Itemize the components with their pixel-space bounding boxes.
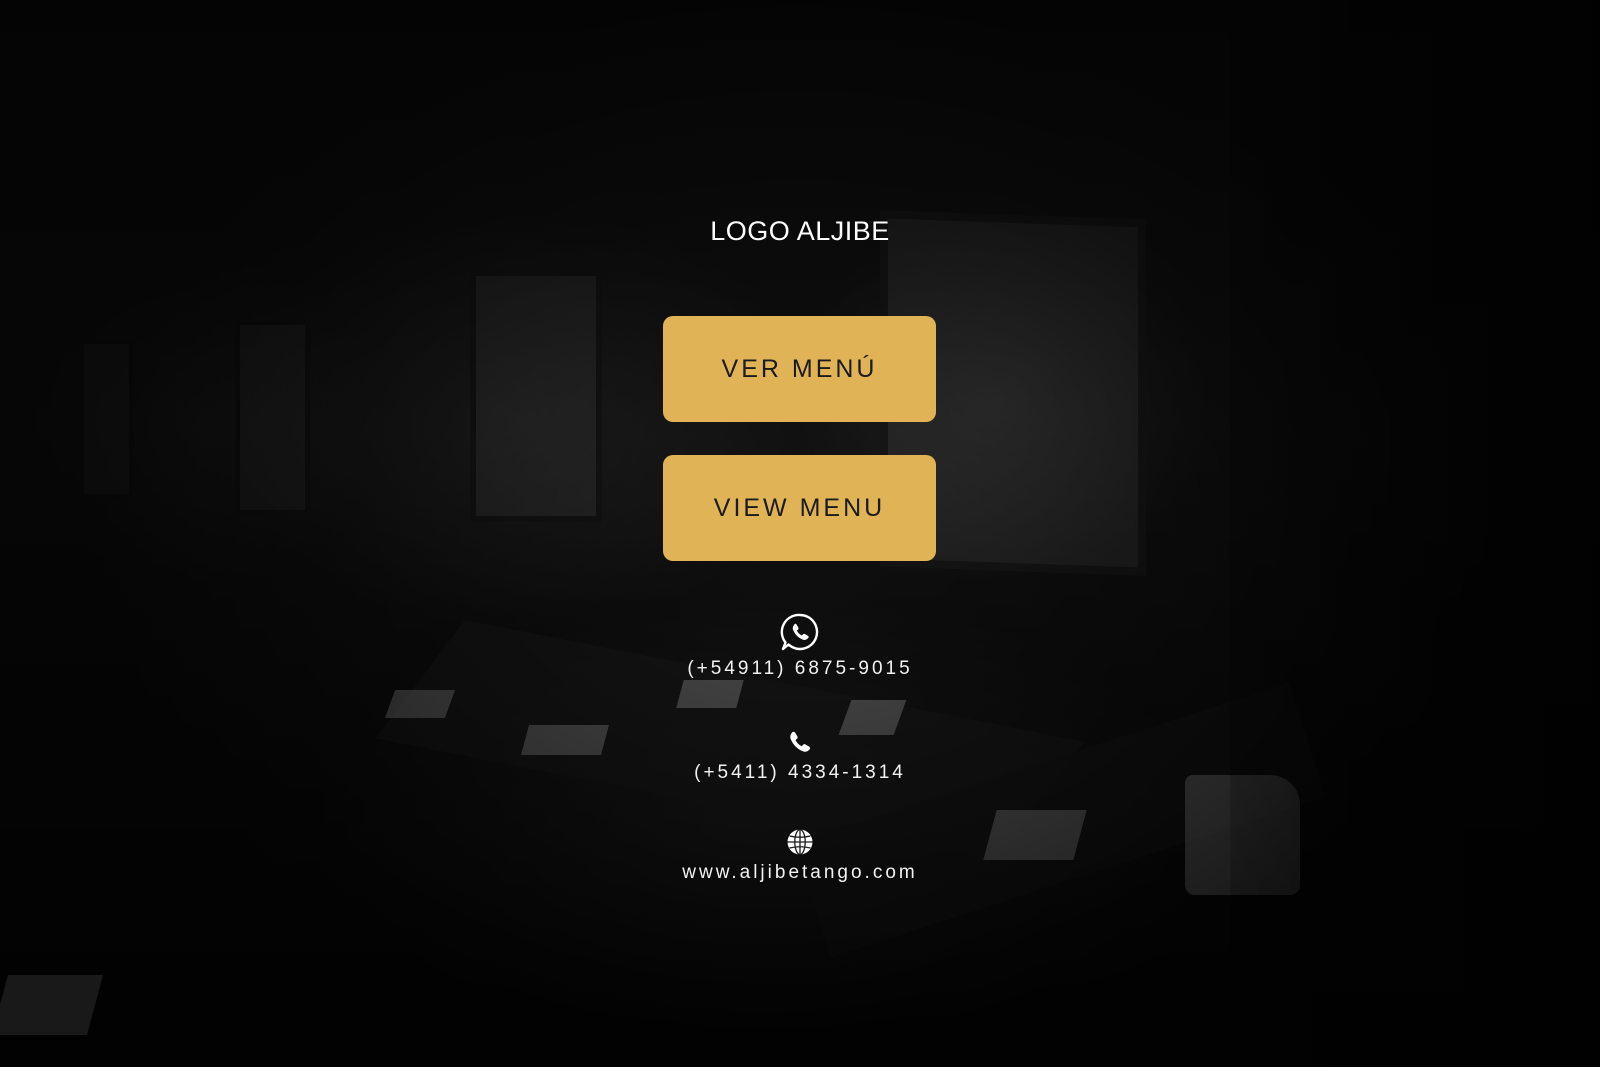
phone-contact[interactable]: (+5411) 4334-1314 <box>0 730 1600 784</box>
website-link[interactable]: www.aljibetango.com <box>0 862 1600 884</box>
whatsapp-number[interactable]: (+54911) 6875-9015 <box>0 658 1600 680</box>
main-content: LOGO ALJIBE VER MENÚ VIEW MENU (+54911) … <box>0 0 1600 1067</box>
whatsapp-icon <box>780 613 819 651</box>
logo-text: LOGO ALJIBE <box>710 216 890 246</box>
landing-page: LOGO ALJIBE VER MENÚ VIEW MENU (+54911) … <box>0 0 1600 1067</box>
ver-menu-button[interactable]: VER MENÚ <box>663 316 936 422</box>
phone-icon <box>790 731 811 752</box>
globe-icon <box>787 828 813 856</box>
whatsapp-contact[interactable]: (+54911) 6875-9015 <box>0 612 1600 680</box>
phone-number[interactable]: (+5411) 4334-1314 <box>0 762 1600 784</box>
website-contact[interactable]: www.aljibetango.com <box>0 828 1600 884</box>
view-menu-button[interactable]: VIEW MENU <box>663 455 936 561</box>
